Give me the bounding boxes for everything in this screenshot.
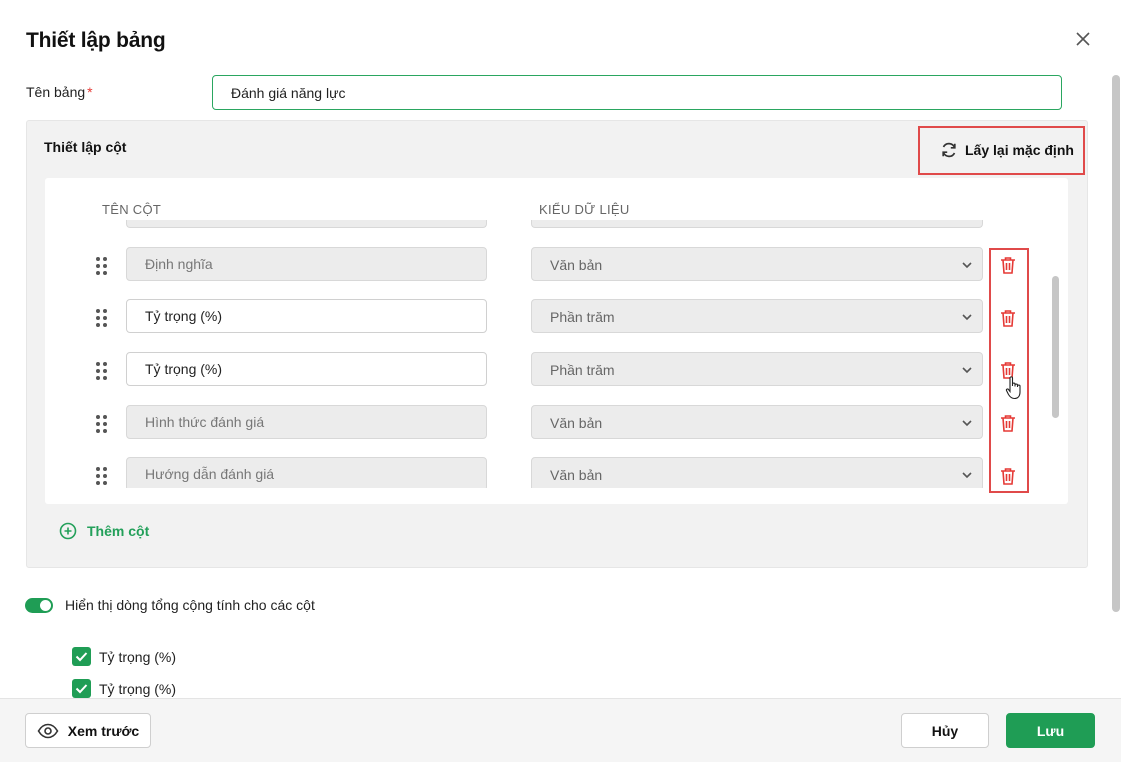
column-type-value: Văn bản [550,467,603,483]
check-icon [75,652,88,662]
column-type-select[interactable]: Văn bản [531,457,983,488]
table-settings-dialog: Thiết lập bảng Tên bảng* Thiết lập cột L… [0,0,1121,762]
save-button[interactable]: Lưu [1006,713,1095,748]
chevron-down-icon [962,367,972,374]
totals-row-toggle[interactable] [25,598,53,613]
column-type-select[interactable]: Văn bản [531,405,983,439]
totals-column-checkbox-label: Tỷ trọng (%) [99,648,177,665]
dialog-scrollbar[interactable] [1112,75,1120,612]
check-icon [75,684,88,694]
column-row: Phần trăm [45,299,1068,333]
drag-handle-icon[interactable] [96,415,108,433]
refresh-icon [942,142,956,158]
column-type-value: Văn bản [550,415,603,431]
column-rows: Văn bản Phần trăm Phần trăm Văn bản [45,220,1068,488]
drag-handle-icon[interactable] [96,309,108,327]
add-column-button[interactable]: Thêm cột [59,522,149,540]
required-mark: * [87,84,93,100]
reset-default-button[interactable]: Lấy lại mặc định [940,140,1074,160]
chevron-down-icon [962,472,972,479]
close-icon[interactable] [1072,28,1094,50]
column-type-select[interactable]: Phần trăm [531,299,983,333]
totals-column-checkbox-row: Tỷ trọng (%) [72,647,176,666]
table-name-label: Tên bảng * [26,84,93,100]
chevron-down-icon [962,314,972,321]
dialog-title: Thiết lập bảng [26,29,166,52]
column-type-header: KIỂU DỮ LIỆU [539,202,630,217]
column-name-field[interactable] [126,457,487,488]
preview-button[interactable]: Xem trước [25,713,151,748]
add-column-label: Thêm cột [87,523,150,539]
table-name-input[interactable] [212,75,1062,110]
column-name-header: TÊN CỘT [102,202,162,217]
drag-handle-icon[interactable] [96,467,108,485]
column-name-field[interactable] [126,352,487,386]
preview-label: Xem trước [67,722,140,739]
cancel-button[interactable]: Hủy [901,713,989,748]
reset-default-label: Lấy lại mặc định [965,142,1074,158]
column-settings-title: Thiết lập cột [44,139,127,155]
totals-column-checkbox[interactable] [72,647,91,666]
column-type-select[interactable]: Phần trăm [531,352,983,386]
totals-column-checkbox-label: Tỷ trọng (%) [99,680,177,697]
column-type-select[interactable]: Văn bản [531,247,983,281]
drag-handle-icon[interactable] [96,257,108,275]
column-type-value: Văn bản [550,257,603,273]
column-row: Phần trăm [45,352,1068,386]
column-name-field[interactable] [126,299,487,333]
chevron-down-icon [962,420,972,427]
table-name-label-text: Tên bảng [26,84,86,100]
column-list-scrollbar[interactable] [1052,276,1059,418]
plus-circle-icon [59,522,77,540]
column-type-value: Phần trăm [550,309,615,325]
column-type-value: Phần trăm [550,362,615,378]
column-row: Văn bản [45,457,1068,488]
eye-icon [37,723,59,738]
chevron-down-icon [962,262,972,269]
column-name-field[interactable] [126,405,487,439]
column-row: Văn bản [45,247,1068,281]
column-row: Văn bản [45,405,1068,439]
drag-handle-icon[interactable] [96,362,108,380]
totals-column-checkbox-row: Tỷ trọng (%) [72,679,176,698]
totals-column-checkbox[interactable] [72,679,91,698]
delete-highlight-box [989,248,1029,493]
column-name-field[interactable] [126,247,487,281]
totals-row-toggle-label: Hiển thị dòng tổng cộng tính cho các cột [65,597,315,613]
